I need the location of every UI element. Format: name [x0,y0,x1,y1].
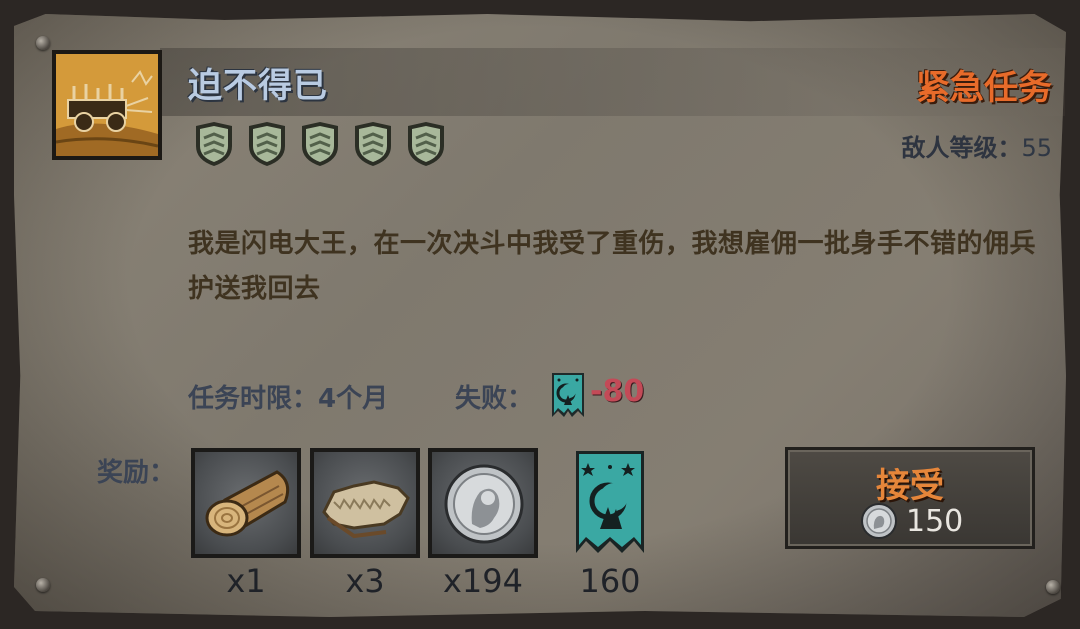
shield-icon [302,122,338,166]
shield-icon [408,122,444,166]
accept-label: 接受 [876,466,944,506]
accept-cost-value: 150 [906,503,964,539]
shield-icon [249,122,285,166]
time-limit: 任务时限：4个月 [188,378,388,415]
difficulty-shields [192,120,448,168]
quest-title: 迫不得已 [188,66,328,106]
nail-bottom-right [1046,580,1060,594]
nail-bottom-left [36,578,50,592]
reward-qty: x1 [226,562,266,600]
wood-log-icon [205,470,290,537]
silver-coin-icon [444,464,524,544]
time-limit-value: 4个月 [318,384,389,414]
reward-slot-wood[interactable] [191,448,301,558]
accept-cost: 150 [860,502,963,540]
enemy-level-label: 敌人等级： [901,134,1022,162]
quest-description: 我是闪电大王，在一次决斗中我受了重伤，我想雇佣一批身手不错的佣兵护送我回去 [188,229,1037,304]
faction-banner-icon [552,373,584,417]
reward-slot-fur[interactable] [310,448,420,558]
caravan-wagon-icon [52,50,162,160]
enemy-level-value: 55 [1021,134,1052,162]
faction-banner-icon [576,451,644,553]
reward-qty: 160 [579,562,641,600]
reward-qty: x194 [442,562,523,600]
reward-slot-coin[interactable] [428,448,538,558]
rewards-label: 奖励： [97,458,176,488]
silver-coin-icon [861,503,897,539]
time-limit-label: 任务时限： [188,384,319,414]
accept-button[interactable]: 接受 150 [785,447,1035,549]
quest-type-label: 紧急任务 [916,68,1052,108]
enemy-level: 敌人等级：55 [901,128,1052,163]
fail-label: 失败： [455,384,534,414]
shield-icon [196,122,232,166]
fur-hide-icon [322,480,410,539]
shield-icon [355,122,391,166]
reward-qty: x3 [345,562,385,600]
fail-penalty-value: -80 [590,374,645,409]
nail-top-left [36,36,50,50]
